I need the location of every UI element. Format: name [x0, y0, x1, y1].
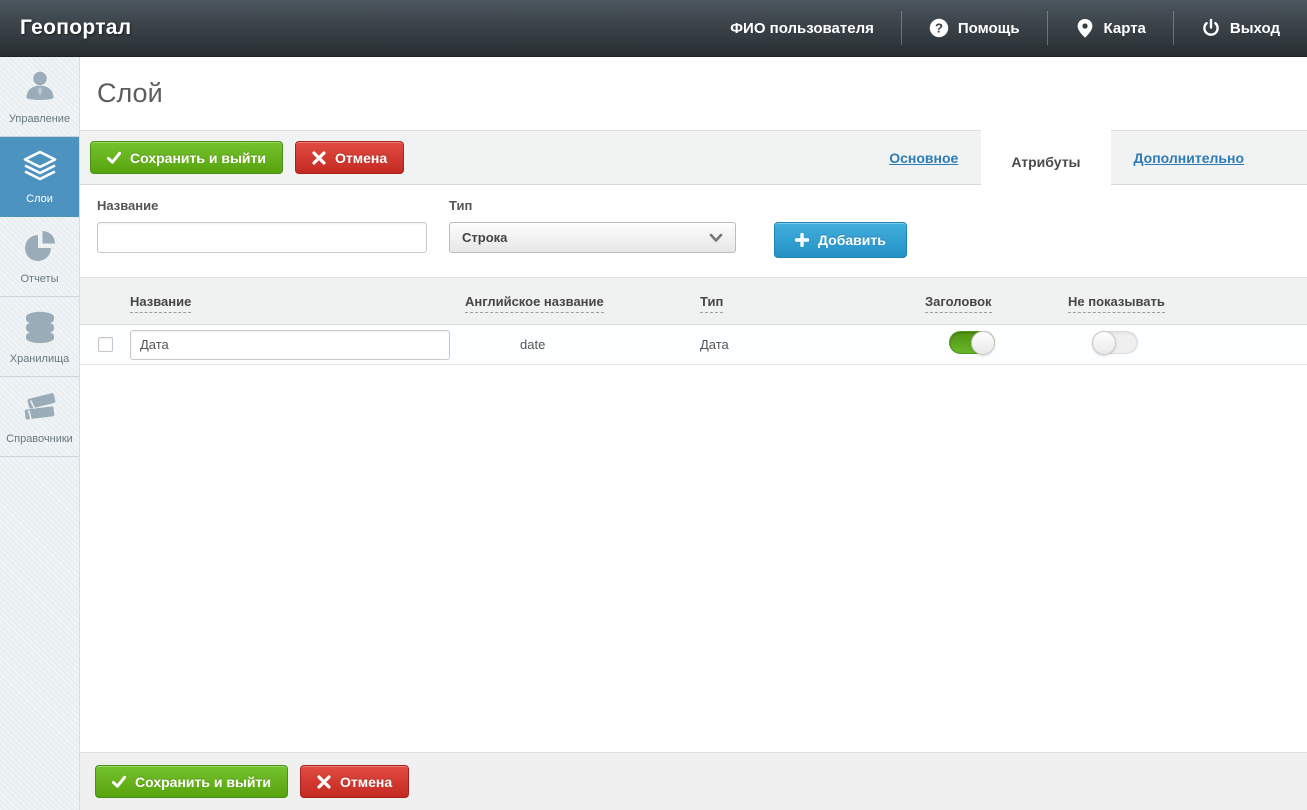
attribute-type-select[interactable]: Строка: [449, 222, 736, 253]
tab-general[interactable]: Основное: [866, 130, 981, 185]
close-icon: [317, 774, 331, 789]
main-content: Слой Сохранить и выйти Отмена Основное А…: [80, 57, 1307, 810]
add-attribute-label: Добавить: [818, 232, 886, 248]
save-exit-label: Сохранить и выйти: [130, 149, 266, 166]
power-icon: [1203, 18, 1219, 36]
map-button[interactable]: Карта: [1046, 11, 1173, 45]
layers-icon: [23, 150, 56, 181]
save-exit-button-bottom[interactable]: Сохранить и выйти: [95, 765, 288, 798]
logout-button[interactable]: Выход: [1172, 11, 1307, 45]
column-header-name: Название: [130, 293, 465, 313]
column-header-header-flag: Заголовок: [925, 293, 1068, 313]
sidebar-item-label: Слои: [26, 193, 53, 205]
chevron-down-icon: [709, 233, 723, 242]
plus-icon: [795, 233, 809, 247]
column-header-type: Тип: [700, 293, 925, 313]
sidebar: Управление Слои Отчеты Хранилища Справоч…: [0, 57, 80, 810]
sidebar-item-label: Хранилища: [9, 353, 70, 365]
save-exit-button-top[interactable]: Сохранить и выйти: [90, 141, 283, 174]
name-field-label: Название: [97, 198, 159, 213]
toolbar: Сохранить и выйти Отмена Основное Атрибу…: [80, 130, 1307, 193]
help-button[interactable]: ? Помощь: [900, 11, 1047, 45]
page-title: Слой: [97, 78, 163, 108]
row-type: Дата: [700, 337, 729, 352]
type-field-label: Тип: [449, 198, 473, 213]
row-header-toggle-cell: [925, 330, 1068, 359]
name-field-group: Название: [97, 198, 427, 253]
content-spacer: [80, 365, 1307, 752]
sidebar-item-layers[interactable]: Слои: [0, 137, 79, 217]
tab-attributes[interactable]: Атрибуты: [981, 130, 1111, 193]
header-toggle[interactable]: [949, 330, 995, 355]
table-row: date Дата: [80, 325, 1307, 365]
add-attribute-button[interactable]: Добавить: [774, 222, 907, 258]
row-name-input[interactable]: [130, 329, 450, 360]
attribute-name-input[interactable]: [97, 222, 427, 253]
sidebar-item-label: Отчеты: [20, 273, 59, 285]
map-label: Карта: [1103, 19, 1146, 37]
map-pin-icon: [1077, 19, 1092, 38]
sidebar-item-storages[interactable]: Хранилища: [0, 297, 79, 377]
cancel-label: Отмена: [339, 773, 393, 790]
column-header-hide-flag: Не показывать: [1068, 293, 1307, 313]
sidebar-item-label: Управление: [8, 113, 71, 125]
check-icon: [112, 775, 126, 788]
tab-additional[interactable]: Дополнительно: [1111, 130, 1267, 185]
database-icon: [25, 311, 54, 344]
title-band: Слой: [80, 57, 1307, 130]
app-logo: Геопортал: [20, 16, 132, 39]
type-field-group: Тип Строка: [449, 198, 736, 253]
header-nav: ФИО пользователя ? Помощь Карта Выход: [703, 0, 1307, 56]
user-name-label: ФИО пользователя: [730, 19, 874, 37]
help-label: Помощь: [957, 19, 1020, 37]
tab-bar: Основное Атрибуты Дополнительно: [866, 130, 1267, 193]
sidebar-item-reports[interactable]: Отчеты: [0, 217, 79, 297]
toggle-knob: [1092, 330, 1116, 355]
pie-chart-icon: [24, 231, 55, 261]
hide-toggle[interactable]: [1092, 330, 1138, 355]
row-name-cell: [130, 329, 465, 360]
save-exit-label: Сохранить и выйти: [135, 773, 271, 790]
toggle-knob: [971, 330, 995, 355]
help-icon: ?: [929, 18, 949, 38]
cancel-button-top[interactable]: Отмена: [294, 141, 405, 174]
selected-type-value: Строка: [462, 230, 508, 245]
column-header-english-name: Английское название: [465, 293, 700, 313]
row-select-cell: [80, 337, 130, 352]
sidebar-item-dictionaries[interactable]: Справочники: [0, 377, 79, 457]
attributes-table-header: Название Английское название Тип Заголов…: [80, 277, 1307, 325]
bottom-action-bar: Сохранить и выйти Отмена: [80, 752, 1307, 810]
add-attribute-form: Название Тип Строка Добавить: [80, 185, 1307, 277]
close-icon: [312, 150, 326, 165]
cancel-label: Отмена: [334, 149, 388, 166]
books-icon: [24, 393, 55, 420]
check-icon: [107, 151, 121, 164]
svg-text:?: ?: [935, 20, 943, 35]
row-english-name: date: [520, 337, 546, 352]
sidebar-item-management[interactable]: Управление: [0, 57, 79, 137]
sidebar-item-label: Справочники: [6, 433, 73, 445]
user-menu[interactable]: ФИО пользователя: [703, 11, 901, 45]
user-icon: [26, 71, 53, 100]
app-header: Геопортал ФИО пользователя ? Помощь Карт…: [0, 0, 1307, 57]
cancel-button-bottom[interactable]: Отмена: [299, 765, 410, 798]
logout-label: Выход: [1229, 19, 1280, 37]
row-select-checkbox[interactable]: [97, 337, 113, 352]
row-hide-toggle-cell: [1068, 330, 1307, 359]
